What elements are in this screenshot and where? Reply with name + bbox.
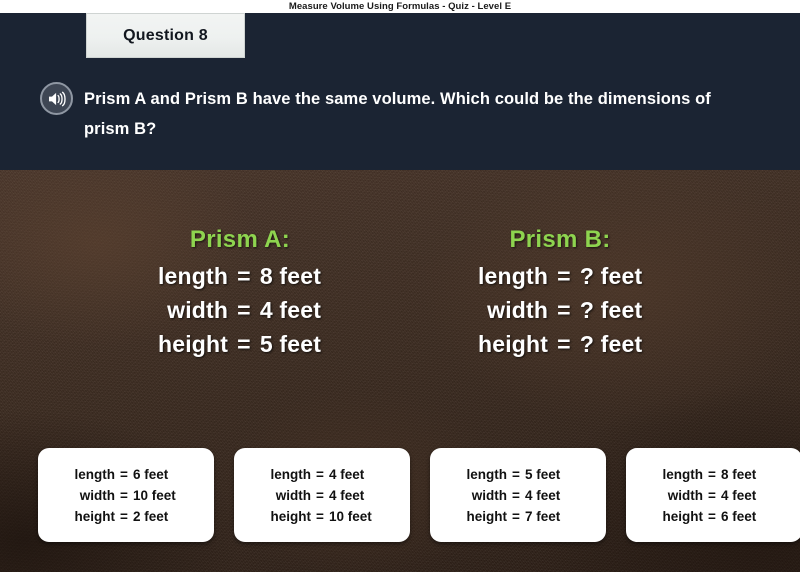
answer-option-2-height: height = 10 feet — [263, 506, 381, 527]
prism-a-height-label: height — [157, 331, 229, 357]
answer-option-3-width-value: 4 feet — [524, 487, 561, 503]
page-title: Measure Volume Using Formulas - Quiz - L… — [288, 1, 512, 12]
answer-option-4-height-label: height — [662, 508, 704, 524]
answer-option-1[interactable]: length = 6 feet width = 10 feet height =… — [38, 448, 214, 542]
answer-option-1-height-label: height — [74, 508, 116, 524]
answer-option-2-width-label: width — [275, 487, 312, 503]
prism-a-length-row: length = 8 feet — [110, 259, 370, 293]
answer-option-3-length: length = 5 feet — [459, 464, 577, 485]
answer-option-3-height-equals: = — [512, 508, 520, 524]
answer-option-4-height-equals: = — [708, 508, 716, 524]
answer-option-4-height: height = 6 feet — [655, 506, 773, 527]
answer-option-2-length-value: 4 feet — [328, 466, 365, 482]
prism-a-length-value: 8 feet — [259, 263, 322, 289]
answer-option-4-length: length = 8 feet — [655, 464, 773, 485]
answer-option-1-width-equals: = — [120, 487, 128, 503]
question-number-label: Question 8 — [123, 26, 208, 44]
answer-option-4-length-value: 8 feet — [720, 466, 757, 482]
answer-option-1-length-equals: = — [120, 466, 128, 482]
answer-option-3-height-label: height — [466, 508, 508, 524]
prism-b-height-equals: = — [557, 331, 571, 357]
prism-b-width-equals: = — [557, 297, 571, 323]
answer-option-1-height-value: 2 feet — [132, 508, 169, 524]
answer-option-2-height-equals: = — [316, 508, 324, 524]
answer-option-3-width: width = 4 feet — [459, 485, 577, 506]
answer-option-4-width: width = 4 feet — [655, 485, 773, 506]
answer-option-4-width-value: 4 feet — [720, 487, 757, 503]
answer-option-2-height-label: height — [270, 508, 312, 524]
prism-a-width-row: width = 4 feet — [110, 293, 370, 327]
answer-option-4-width-equals: = — [708, 487, 716, 503]
answer-option-2-length: length = 4 feet — [263, 464, 381, 485]
prism-b-title: Prism B: — [509, 226, 611, 253]
prism-a-length-equals: = — [237, 263, 251, 289]
prism-a-width-equals: = — [237, 297, 251, 323]
answer-option-1-length-value: 6 feet — [132, 466, 169, 482]
answer-option-2-width-value: 4 feet — [328, 487, 365, 503]
quiz-screen: Measure Volume Using Formulas - Quiz - L… — [0, 0, 800, 572]
answer-option-1-width: width = 10 feet — [67, 485, 185, 506]
prism-b-width-value: ? feet — [579, 297, 643, 323]
prism-b-width-label: width — [487, 297, 549, 323]
speaker-audio-icon[interactable] — [40, 82, 73, 115]
answer-option-4-length-label: length — [662, 466, 704, 482]
question-prompt: Prism A and Prism B have the same volume… — [84, 90, 711, 138]
answer-option-1-height-equals: = — [120, 508, 128, 524]
prism-a-title: Prism A: — [189, 226, 291, 253]
answer-option-2-height-value: 10 feet — [328, 508, 372, 524]
prism-b-height-value: ? feet — [579, 331, 643, 357]
answer-option-3-height-value: 7 feet — [524, 508, 561, 524]
prism-b-length-label: length — [477, 263, 549, 289]
prism-a-height-value: 5 feet — [259, 331, 322, 357]
prism-comparison: Prism A: length = 8 feet width = 4 feet … — [0, 225, 800, 361]
answer-option-3-width-label: width — [471, 487, 508, 503]
answer-option-3-length-value: 5 feet — [524, 466, 561, 482]
answer-option-2-width: width = 4 feet — [263, 485, 381, 506]
page-title-bar: Measure Volume Using Formulas - Quiz - L… — [0, 0, 800, 13]
answer-option-2[interactable]: length = 4 feet width = 4 feet height = … — [234, 448, 410, 542]
answer-option-2-width-equals: = — [316, 487, 324, 503]
prism-b-height-label: height — [477, 331, 549, 357]
answer-option-1-width-label: width — [79, 487, 116, 503]
prism-a-height-row: height = 5 feet — [110, 327, 370, 361]
answer-option-3-height: height = 7 feet — [459, 506, 577, 527]
prism-b-length-row: length = ? feet — [430, 259, 690, 293]
prism-b-block: Prism B: length = ? feet width = ? feet … — [430, 225, 690, 361]
answer-option-3-width-equals: = — [512, 487, 520, 503]
question-number-tab: Question 8 — [86, 13, 245, 58]
answer-option-1-width-value: 10 feet — [132, 487, 176, 503]
answer-options: length = 6 feet width = 10 feet height =… — [38, 448, 800, 542]
answer-option-2-length-label: length — [270, 466, 312, 482]
answer-option-4[interactable]: length = 8 feet width = 4 feet height = … — [626, 448, 800, 542]
answer-option-4-width-label: width — [667, 487, 704, 503]
answer-option-3-length-equals: = — [512, 466, 520, 482]
prism-a-height-equals: = — [237, 331, 251, 357]
prism-b-width-row: width = ? feet — [430, 293, 690, 327]
answer-option-2-length-equals: = — [316, 466, 324, 482]
prism-a-block: Prism A: length = 8 feet width = 4 feet … — [110, 225, 370, 361]
answer-option-1-length: length = 6 feet — [67, 464, 185, 485]
prism-a-width-value: 4 feet — [259, 297, 322, 323]
answer-option-1-length-label: length — [74, 466, 116, 482]
prism-b-length-value: ? feet — [579, 263, 643, 289]
answer-option-3[interactable]: length = 5 feet width = 4 feet height = … — [430, 448, 606, 542]
prism-b-length-equals: = — [557, 263, 571, 289]
answer-option-4-height-value: 6 feet — [720, 508, 757, 524]
answer-option-3-length-label: length — [466, 466, 508, 482]
answer-option-4-length-equals: = — [708, 466, 716, 482]
prism-a-width-label: width — [167, 297, 229, 323]
prism-a-length-label: length — [157, 263, 229, 289]
answer-option-1-height: height = 2 feet — [67, 506, 185, 527]
prism-b-height-row: height = ? feet — [430, 327, 690, 361]
